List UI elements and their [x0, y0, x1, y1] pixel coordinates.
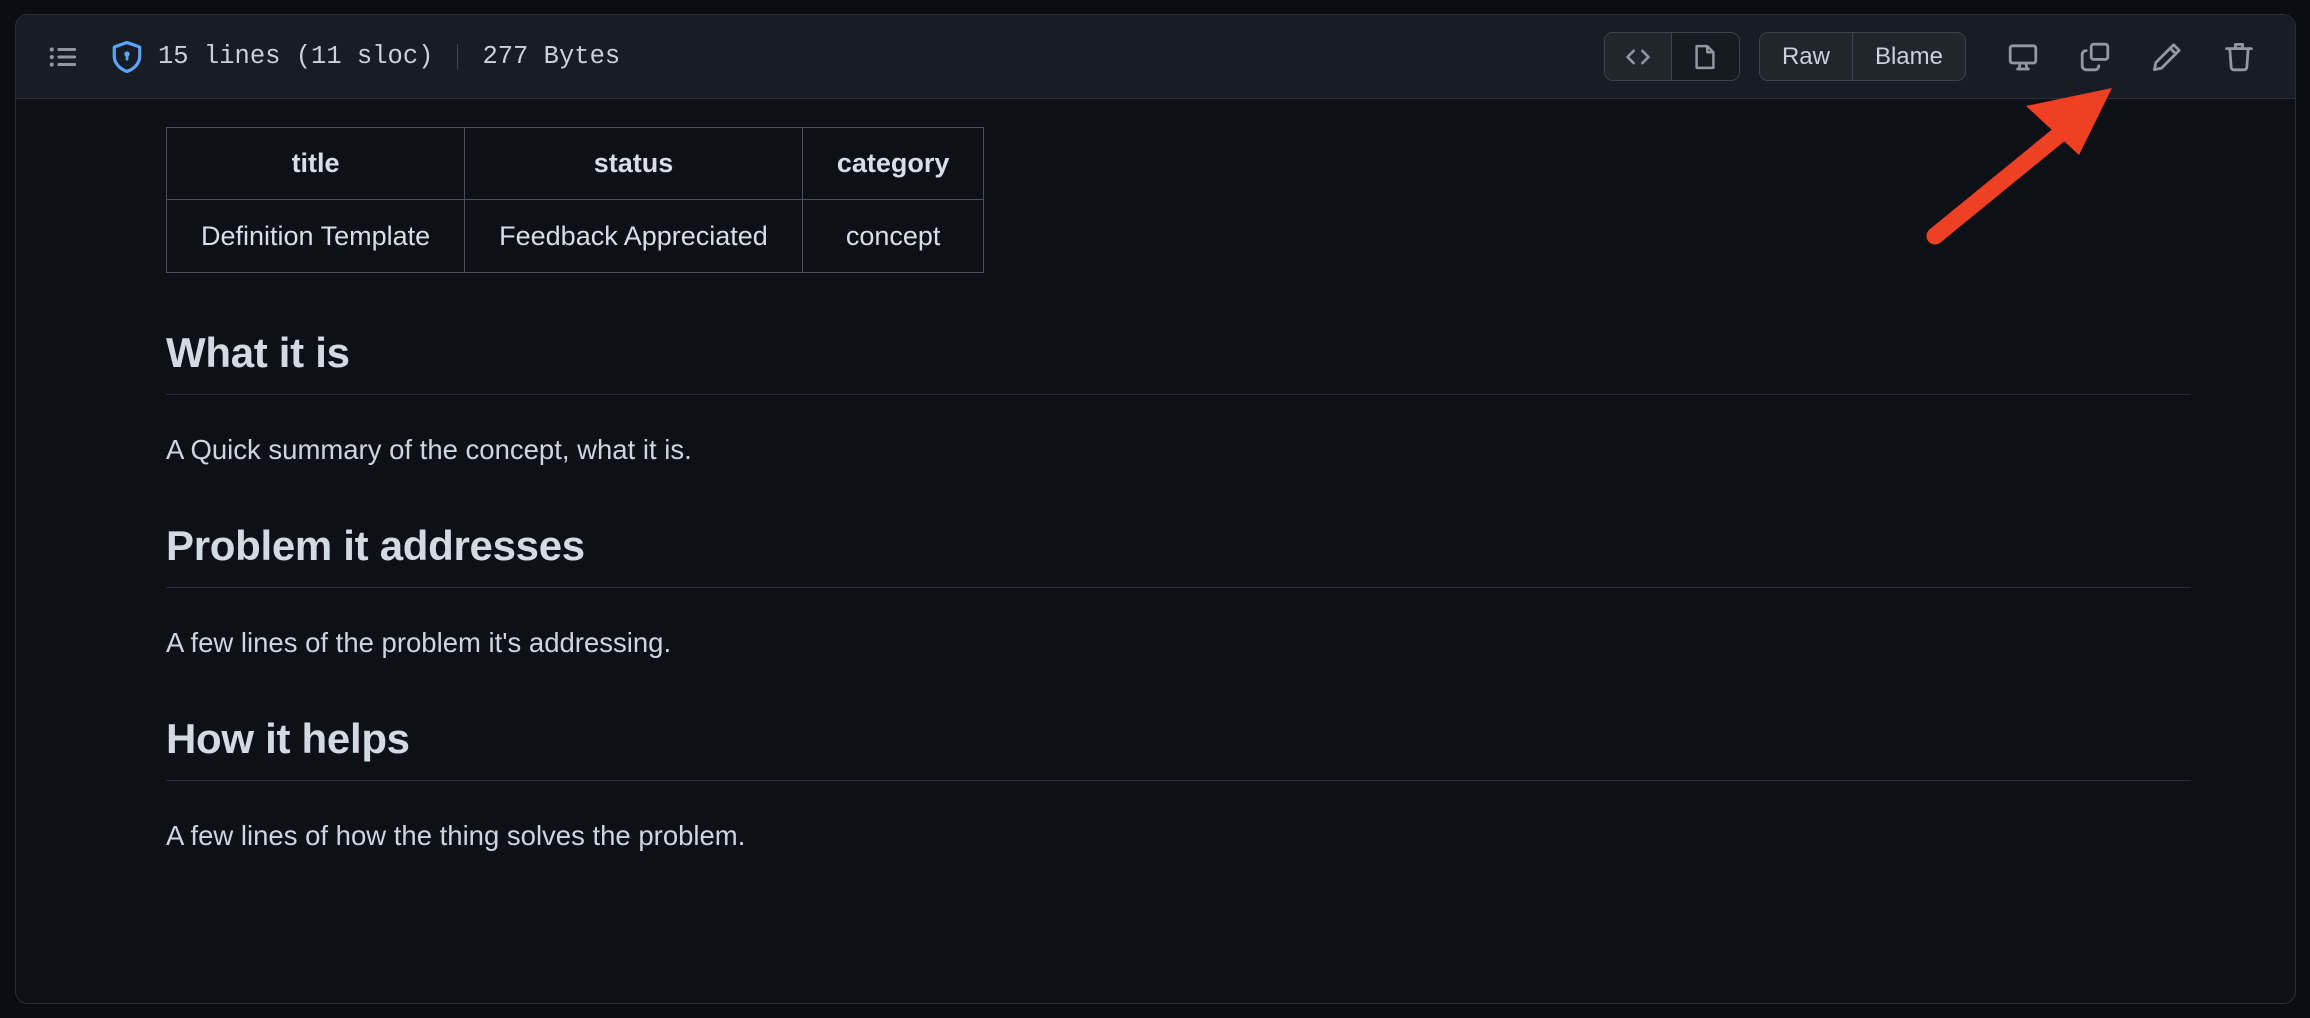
raw-button[interactable]: Raw [1760, 33, 1853, 80]
raw-blame-group: Raw Blame [1759, 32, 1966, 81]
column-header-title: title [167, 128, 465, 200]
cell-status: Feedback Appreciated [465, 200, 803, 273]
column-header-status: status [465, 128, 803, 200]
header-divider [457, 44, 458, 70]
section-paragraph-what-it-is: A Quick summary of the concept, what it … [166, 433, 2191, 466]
table-body: Definition Template Feedback Appreciated… [167, 200, 984, 273]
file-header-left: 15 lines (11 sloc) 277 Bytes [42, 36, 1604, 78]
file-content-area: title status category Definition Templat… [16, 99, 2295, 1003]
frontmatter-table: title status category Definition Templat… [166, 127, 984, 273]
file-lines-count: 15 lines (11 sloc) [158, 42, 433, 71]
section-heading-what-it-is: What it is [166, 329, 2191, 395]
preview-view-button[interactable] [1672, 33, 1739, 80]
view-mode-group [1604, 32, 1740, 81]
blame-button[interactable]: Blame [1853, 33, 1965, 80]
table-row: Definition Template Feedback Appreciated… [167, 200, 984, 273]
pencil-icon[interactable] [2133, 30, 2201, 84]
device-desktop-icon[interactable] [1989, 30, 2057, 84]
shield-lock-icon [110, 40, 144, 74]
file-header-actions: Raw Blame [1604, 30, 2273, 84]
column-header-category: category [802, 128, 984, 200]
file-header-toolbar: 15 lines (11 sloc) 277 Bytes [16, 15, 2295, 99]
unordered-list-icon[interactable] [42, 36, 84, 78]
section-paragraph-problem-it-addresses: A few lines of the problem it's addressi… [166, 626, 2191, 659]
cell-category: concept [802, 200, 984, 273]
section-heading-how-it-helps: How it helps [166, 715, 2191, 781]
section-paragraph-how-it-helps: A few lines of how the thing solves the … [166, 819, 2191, 852]
table-header-row: title status category [167, 128, 984, 200]
section-heading-problem-it-addresses: Problem it addresses [166, 522, 2191, 588]
file-size: 277 Bytes [482, 42, 620, 71]
trash-icon[interactable] [2205, 30, 2273, 84]
cell-title: Definition Template [167, 200, 465, 273]
markdown-rendered-content: title status category Definition Templat… [166, 127, 2191, 852]
table-head: title status category [167, 128, 984, 200]
code-view-button[interactable] [1605, 33, 1672, 80]
screenshot-root: 15 lines (11 sloc) 277 Bytes [0, 0, 2310, 1018]
file-viewer-card: 15 lines (11 sloc) 277 Bytes [15, 14, 2296, 1004]
copy-icon[interactable] [2061, 30, 2129, 84]
